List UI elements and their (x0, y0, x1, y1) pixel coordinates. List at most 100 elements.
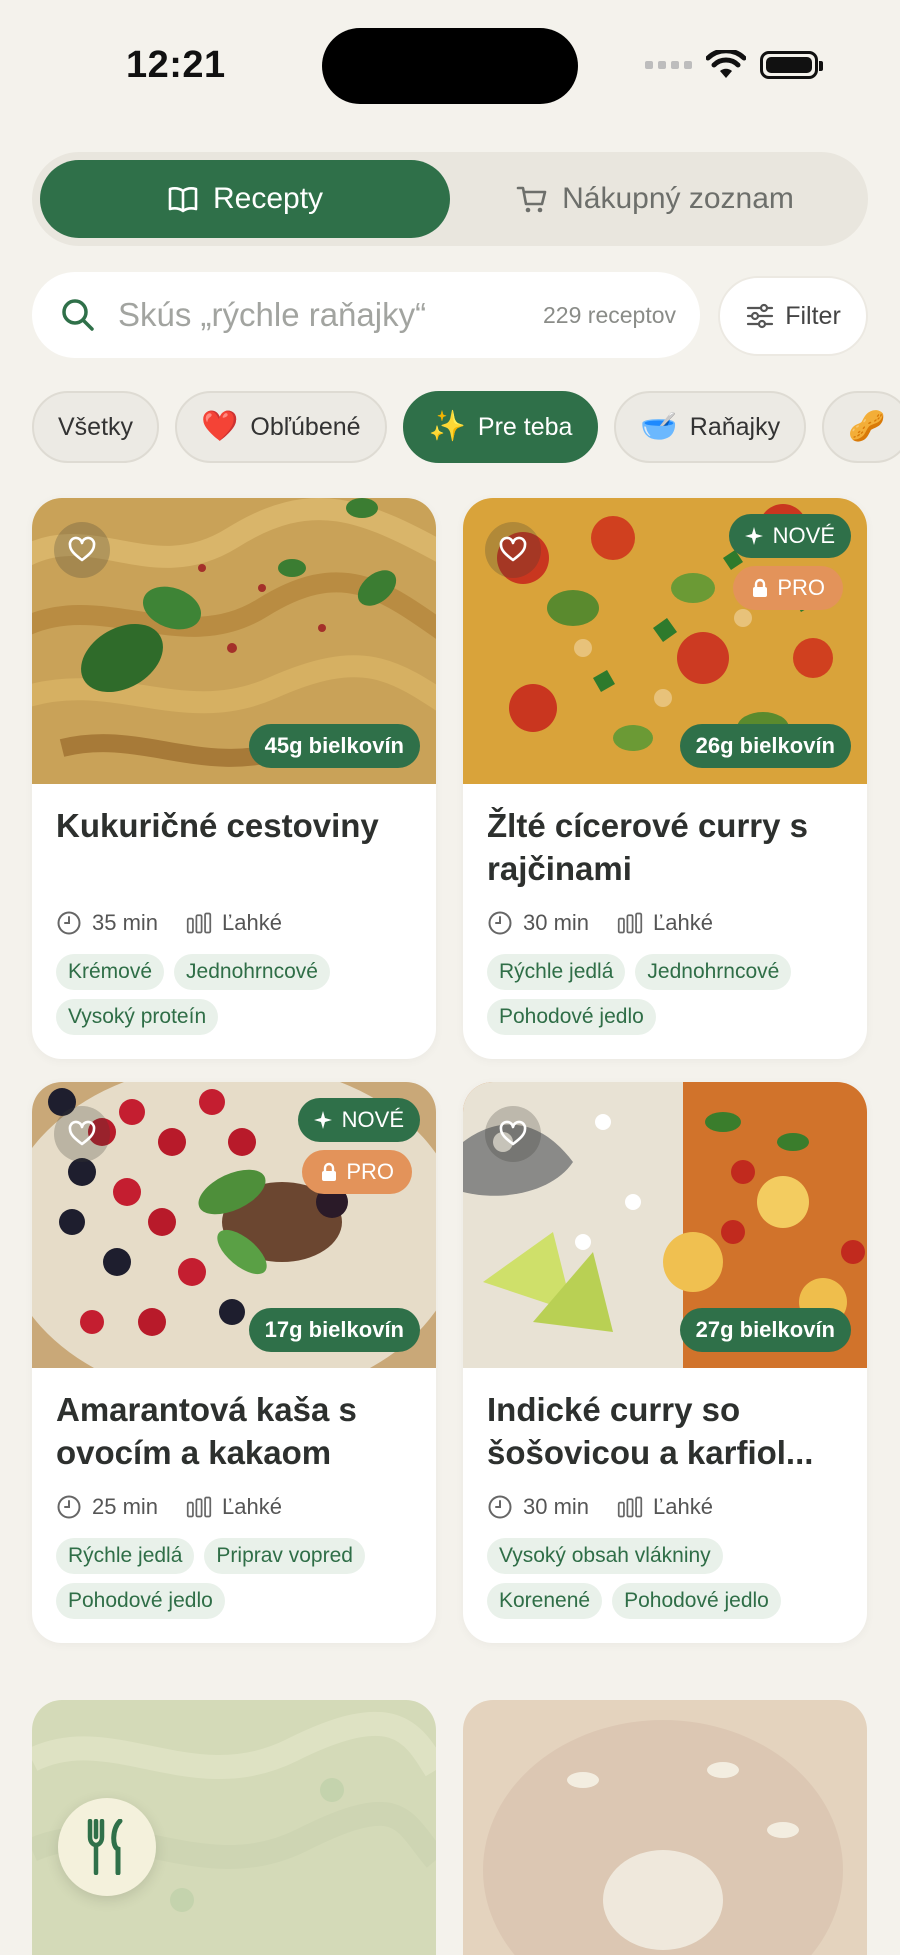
chip-label: Pre teba (477, 412, 573, 441)
menu-fab-button[interactable] (58, 1798, 156, 1896)
new-badge: NOVÉ (728, 514, 851, 558)
recipe-tag: Rýchle jedlá (56, 1538, 195, 1574)
fork-knife-icon (87, 1819, 123, 1875)
pro-badge: PRO (302, 1150, 412, 1194)
status-bar: 12:21 (0, 0, 900, 120)
tab-shopping-list[interactable]: Nákupný zoznam (450, 160, 860, 238)
lock-icon (322, 1162, 337, 1181)
recipe-card[interactable]: NOVÉ PRO 26g bielkovín Žlté cícerové cur… (463, 498, 867, 1059)
chip-label: Raňajky (689, 412, 781, 441)
recipe-photo: 27g bielkovín (463, 1082, 867, 1368)
search-bar[interactable]: Skús „rýchle raňajky“ 229 receptov (32, 272, 700, 358)
cart-icon (516, 186, 547, 213)
pro-badge-label: PRO (346, 1159, 394, 1184)
status-time: 12:21 (126, 44, 226, 86)
recipe-tags: Rýchle jedlá Priprav vopred Pohodové jed… (56, 1538, 412, 1619)
pro-badge-label: PRO (777, 575, 825, 600)
tab-shopping-label: Nákupný zoznam (562, 182, 794, 215)
recipe-title: Amarantová kaša s ovocím a kakaom (56, 1391, 357, 1471)
difficulty-bars-icon (617, 912, 643, 934)
recipe-card-loading[interactable] (463, 1700, 867, 1955)
pastry-image (463, 1700, 867, 1955)
recipe-time: 30 min (523, 910, 590, 935)
chip-label: Obľúbené (250, 412, 361, 441)
book-icon (168, 187, 198, 213)
filter-button[interactable]: Filter (718, 276, 868, 356)
recipe-tags: Krémové Jednohrncové Vysoký proteín (56, 954, 412, 1035)
heart-outline-icon (68, 1120, 96, 1146)
recipe-tag: Jednohrncové (635, 954, 792, 990)
new-badge: NOVÉ (297, 1098, 420, 1142)
recipe-time: 25 min (92, 1494, 159, 1519)
recipe-difficulty: Ľahké (222, 1494, 282, 1519)
recipe-difficulty: Ľahké (222, 910, 282, 935)
protein-badge: 45g bielkovín (248, 724, 420, 768)
chip-for-you[interactable]: ✨ Pre teba (402, 391, 599, 463)
tab-recipes-label: Recepty (212, 182, 324, 215)
recipe-photo: 45g bielkovín (32, 498, 436, 784)
recipe-tag: Krémové (56, 954, 165, 990)
recipe-title: Žlté cícerové curry s rajčinami (487, 807, 809, 887)
recipe-tag: Priprav vopred (204, 1538, 365, 1574)
status-icons (645, 50, 823, 80)
recipe-meta: 30 min Ľahké (487, 910, 843, 936)
chip-breakfast[interactable]: 🥣 Raňajky (614, 391, 807, 463)
recipe-count: 229 receptov (543, 301, 676, 328)
recipe-tag: Pohodové jedlo (56, 1583, 225, 1619)
sparkle-icon (313, 1111, 332, 1129)
category-chips: Všetky ❤️ Obľúbené ✨ Pre teba 🥣 Raňajky … (32, 391, 900, 465)
new-badge-label: NOVÉ (772, 523, 835, 548)
protein-badge: 17g bielkovín (248, 1308, 420, 1352)
recipe-tags: Rýchle jedlá Jednohrncové Pohodové jedlo (487, 954, 843, 1035)
recipe-card[interactable]: NOVÉ PRO 17g bielkovín Amarantová kaša s… (32, 1082, 436, 1643)
chip-peanut[interactable]: 🥜 (822, 391, 900, 463)
sparkle-icon (744, 527, 763, 545)
clock-icon (488, 911, 512, 935)
recipe-time: 35 min (92, 910, 159, 935)
chip-label: Všetky (58, 412, 134, 441)
favorite-button[interactable] (485, 1106, 541, 1162)
recipe-difficulty: Ľahké (653, 1494, 713, 1519)
difficulty-bars-icon (617, 1496, 643, 1518)
heart-outline-icon (499, 1120, 527, 1146)
heart-outline-icon (499, 536, 527, 562)
difficulty-bars-icon (186, 1496, 212, 1518)
recipe-tag: Pohodové jedlo (612, 1583, 781, 1619)
tab-recipes[interactable]: Recepty (40, 160, 450, 238)
recipe-time: 30 min (523, 1494, 590, 1519)
clock-icon (57, 1495, 81, 1519)
sliders-icon (747, 303, 774, 329)
protein-badge: 26g bielkovín (679, 724, 851, 768)
pro-badge: PRO (733, 566, 843, 610)
filter-label: Filter (785, 301, 841, 330)
recipe-photo: NOVÉ PRO 17g bielkovín (32, 1082, 436, 1368)
recipe-meta: 35 min Ľahké (56, 910, 412, 936)
favorite-button[interactable] (485, 522, 541, 578)
recipe-tag: Korenené (487, 1583, 603, 1619)
sparkles-icon: ✨ (428, 410, 466, 443)
chip-favorites[interactable]: ❤️ Obľúbené (175, 391, 387, 463)
favorite-button[interactable] (54, 1106, 110, 1162)
bowl-icon: 🥣 (640, 410, 678, 443)
protein-badge: 27g bielkovín (679, 1308, 851, 1352)
recipe-tag: Rýchle jedlá (487, 954, 626, 990)
lock-icon (753, 578, 768, 597)
favorite-button[interactable] (54, 522, 110, 578)
recipe-tag: Vysoký obsah vlákniny (487, 1538, 723, 1574)
recipe-card[interactable]: 27g bielkovín Indické curry so šošovicou… (463, 1082, 867, 1643)
peanut-icon: 🥜 (848, 410, 886, 443)
difficulty-bars-icon (186, 912, 212, 934)
search-input[interactable]: Skús „rýchle raňajky“ (118, 296, 543, 334)
recipe-meta: 25 min Ľahké (56, 1494, 412, 1520)
chip-all[interactable]: Všetky (32, 391, 160, 463)
recipe-card[interactable]: 45g bielkovín Kukuričné cestoviny 35 min… (32, 498, 436, 1059)
recipe-meta: 30 min Ľahké (487, 1494, 843, 1520)
recipe-difficulty: Ľahké (653, 910, 713, 935)
search-icon (62, 299, 94, 331)
clock-icon (488, 1495, 512, 1519)
recipe-tag: Jednohrncové (174, 954, 330, 990)
recipe-title: Indické curry so šošovicou a karfiol... (487, 1391, 814, 1471)
clock-icon (57, 911, 81, 935)
new-badge-label: NOVÉ (341, 1107, 404, 1132)
battery-icon (760, 51, 823, 79)
